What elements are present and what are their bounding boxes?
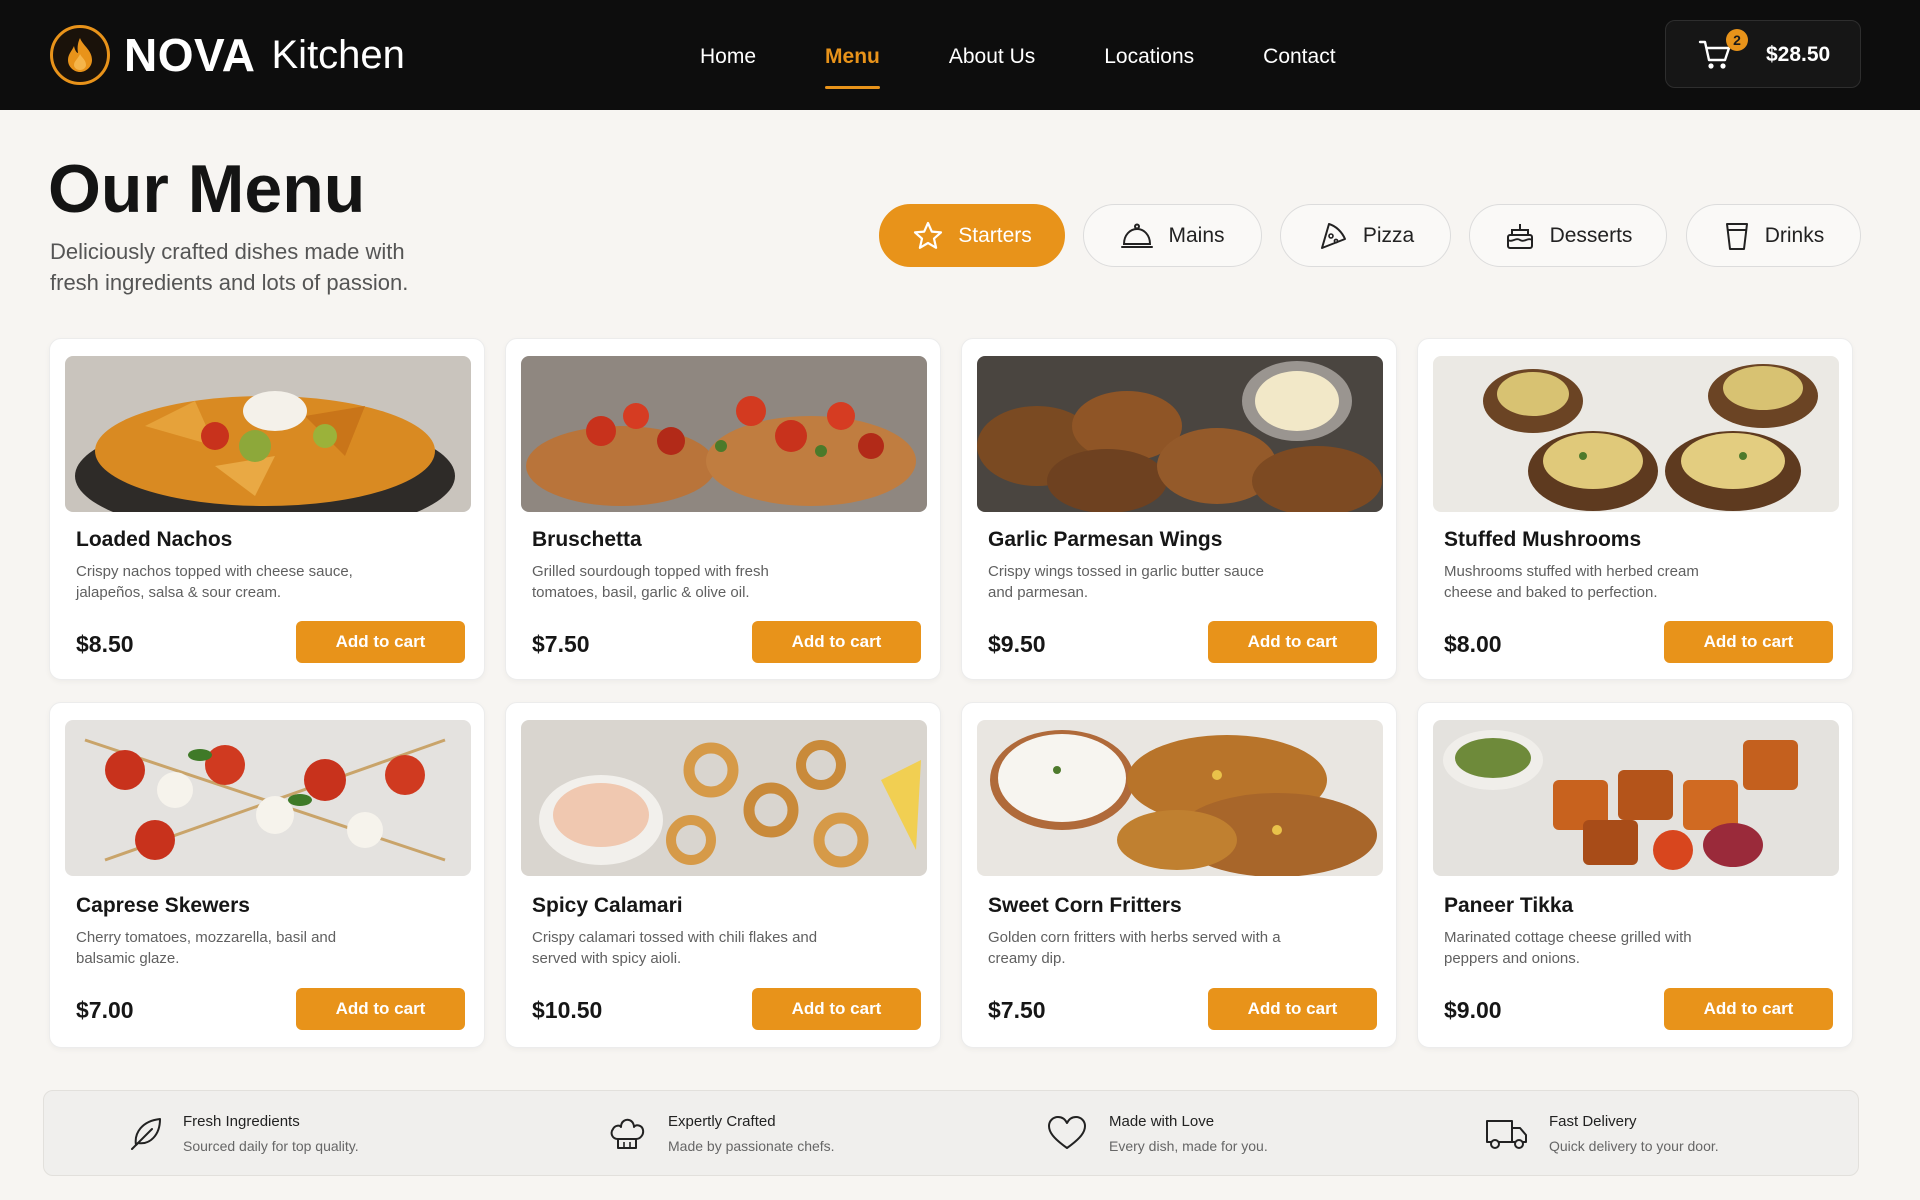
- item-price: $8.50: [76, 631, 134, 657]
- site-header: NOVA Kitchen Home Menu About Us Location…: [0, 0, 1920, 110]
- cart-total: $28.50: [1766, 43, 1831, 66]
- feature-title: Fast Delivery: [1549, 1113, 1637, 1130]
- item-name: Sweet Corn Fritters: [988, 894, 1182, 917]
- brand-name: NOVA: [124, 29, 256, 81]
- item-description: Crispy wings tossed in garlic butter sau…: [988, 563, 1264, 601]
- menu-card-spicy-calamari: Spicy Calamari Crispy calamari tossed wi…: [505, 702, 941, 1048]
- tab-label: Mains: [1168, 223, 1225, 247]
- nav-contact[interactable]: Contact: [1263, 41, 1335, 69]
- flame-icon: [50, 25, 110, 85]
- tab-label: Drinks: [1764, 223, 1825, 247]
- cloche-icon: [1121, 223, 1154, 248]
- item-description: Grilled sourdough topped with fresh toma…: [532, 563, 769, 601]
- feature-description: Made by passionate chefs.: [668, 1138, 835, 1154]
- main-nav: Home Menu About Us Locations Contact: [700, 0, 1405, 110]
- nav-about-us[interactable]: About Us: [949, 41, 1035, 69]
- add-to-cart-button[interactable]: Add to cart: [1664, 621, 1833, 663]
- feature-title: Made with Love: [1109, 1113, 1215, 1130]
- tab-starters[interactable]: Starters: [879, 204, 1065, 267]
- item-description: Golden corn fritters with herbs served w…: [988, 929, 1281, 967]
- brand-subtitle: Kitchen: [271, 32, 405, 77]
- garlic-parmesan-wings-photo: [977, 356, 1383, 512]
- menu-card-caprese-skewers: Caprese Skewers Cherry tomatoes, mozzare…: [49, 702, 485, 1048]
- feature-description: Sourced daily for top quality.: [183, 1138, 359, 1154]
- page-subtitle: Deliciously crafted dishes made with fre…: [50, 239, 409, 295]
- feature-title: Fresh Ingredients: [183, 1113, 300, 1130]
- cake-icon: [1506, 223, 1533, 249]
- feature-description: Quick delivery to your door.: [1549, 1138, 1719, 1154]
- item-description: Cherry tomatoes, mozzarella, basil and b…: [76, 929, 337, 967]
- stuffed-mushrooms-photo: [1433, 356, 1839, 512]
- tab-drinks[interactable]: Drinks: [1686, 204, 1861, 267]
- paneer-tikka-photo: [1433, 720, 1839, 876]
- tab-label: Pizza: [1362, 223, 1415, 247]
- sweet-corn-fritters-photo: [977, 720, 1383, 876]
- add-to-cart-button[interactable]: Add to cart: [752, 621, 921, 663]
- item-description: Mushrooms stuffed with herbed cream chee…: [1444, 563, 1699, 601]
- menu-card-sweet-corn-fritters: Sweet Corn Fritters Golden corn fritters…: [961, 702, 1397, 1048]
- nav-menu[interactable]: Menu: [825, 41, 880, 89]
- tab-label: Starters: [958, 223, 1032, 247]
- page-title: Our Menu: [48, 151, 366, 227]
- item-name: Spicy Calamari: [532, 894, 683, 917]
- item-price: $7.50: [988, 997, 1046, 1023]
- menu-card-garlic-parmesan-wings: Garlic Parmesan Wings Crispy wings tosse…: [961, 338, 1397, 680]
- item-description: Marinated cottage cheese grilled with pe…: [1444, 929, 1692, 967]
- cup-icon: [1725, 222, 1748, 250]
- nav-home[interactable]: Home: [700, 41, 756, 69]
- feature-title: Expertly Crafted: [668, 1113, 776, 1130]
- heart-icon: [1048, 1116, 1086, 1149]
- add-to-cart-button[interactable]: Add to cart: [1664, 988, 1833, 1030]
- features-bar: Fresh Ingredients Sourced daily for top …: [43, 1090, 1859, 1176]
- chef-hat-icon: [610, 1118, 645, 1149]
- tab-pizza[interactable]: Pizza: [1280, 204, 1451, 267]
- caprese-skewers-photo: [65, 720, 471, 876]
- menu-card-bruschetta: Bruschetta Grilled sourdough topped with…: [505, 338, 941, 680]
- truck-icon: [1486, 1120, 1527, 1149]
- menu-card-loaded-nachos: Loaded Nachos Crispy nachos topped with …: [49, 338, 485, 680]
- feature-description: Every dish, made for you.: [1109, 1138, 1268, 1154]
- item-name: Garlic Parmesan Wings: [988, 528, 1223, 551]
- item-price: $9.50: [988, 631, 1046, 657]
- star-icon: [914, 221, 943, 249]
- item-name: Stuffed Mushrooms: [1444, 528, 1642, 551]
- tab-label: Desserts: [1549, 223, 1633, 247]
- item-price: $7.00: [76, 997, 134, 1023]
- tab-mains[interactable]: Mains: [1083, 204, 1262, 267]
- add-to-cart-button[interactable]: Add to cart: [296, 621, 465, 663]
- tab-desserts[interactable]: Desserts: [1469, 204, 1667, 267]
- cart-button[interactable]: 2 $28.50: [1665, 20, 1861, 88]
- add-to-cart-button[interactable]: Add to cart: [1208, 621, 1377, 663]
- menu-card-stuffed-mushrooms: Stuffed Mushrooms Mushrooms stuffed with…: [1417, 338, 1853, 680]
- menu-card-paneer-tikka: Paneer Tikka Marinated cottage cheese gr…: [1417, 702, 1853, 1048]
- item-description: Crispy calamari tossed with chili flakes…: [532, 929, 818, 967]
- item-price: $8.00: [1444, 631, 1502, 657]
- cart-count-badge: 2: [1726, 29, 1748, 51]
- add-to-cart-button[interactable]: Add to cart: [752, 988, 921, 1030]
- loaded-nachos-photo: [65, 356, 471, 512]
- item-price: $7.50: [532, 631, 590, 657]
- logo[interactable]: NOVA Kitchen: [50, 25, 405, 85]
- bruschetta-photo: [521, 356, 927, 512]
- add-to-cart-button[interactable]: Add to cart: [296, 988, 465, 1030]
- item-name: Caprese Skewers: [76, 894, 250, 917]
- spicy-calamari-photo: [521, 720, 927, 876]
- item-name: Bruschetta: [532, 528, 642, 551]
- item-price: $9.00: [1444, 997, 1502, 1023]
- item-price: $10.50: [532, 997, 603, 1023]
- nav-locations[interactable]: Locations: [1104, 41, 1194, 69]
- leaf-icon: [131, 1118, 161, 1150]
- item-name: Paneer Tikka: [1444, 894, 1574, 917]
- pizza-icon: [1320, 222, 1346, 249]
- item-description: Crispy nachos topped with cheese sauce, …: [76, 563, 353, 601]
- item-name: Loaded Nachos: [76, 528, 233, 551]
- add-to-cart-button[interactable]: Add to cart: [1208, 988, 1377, 1030]
